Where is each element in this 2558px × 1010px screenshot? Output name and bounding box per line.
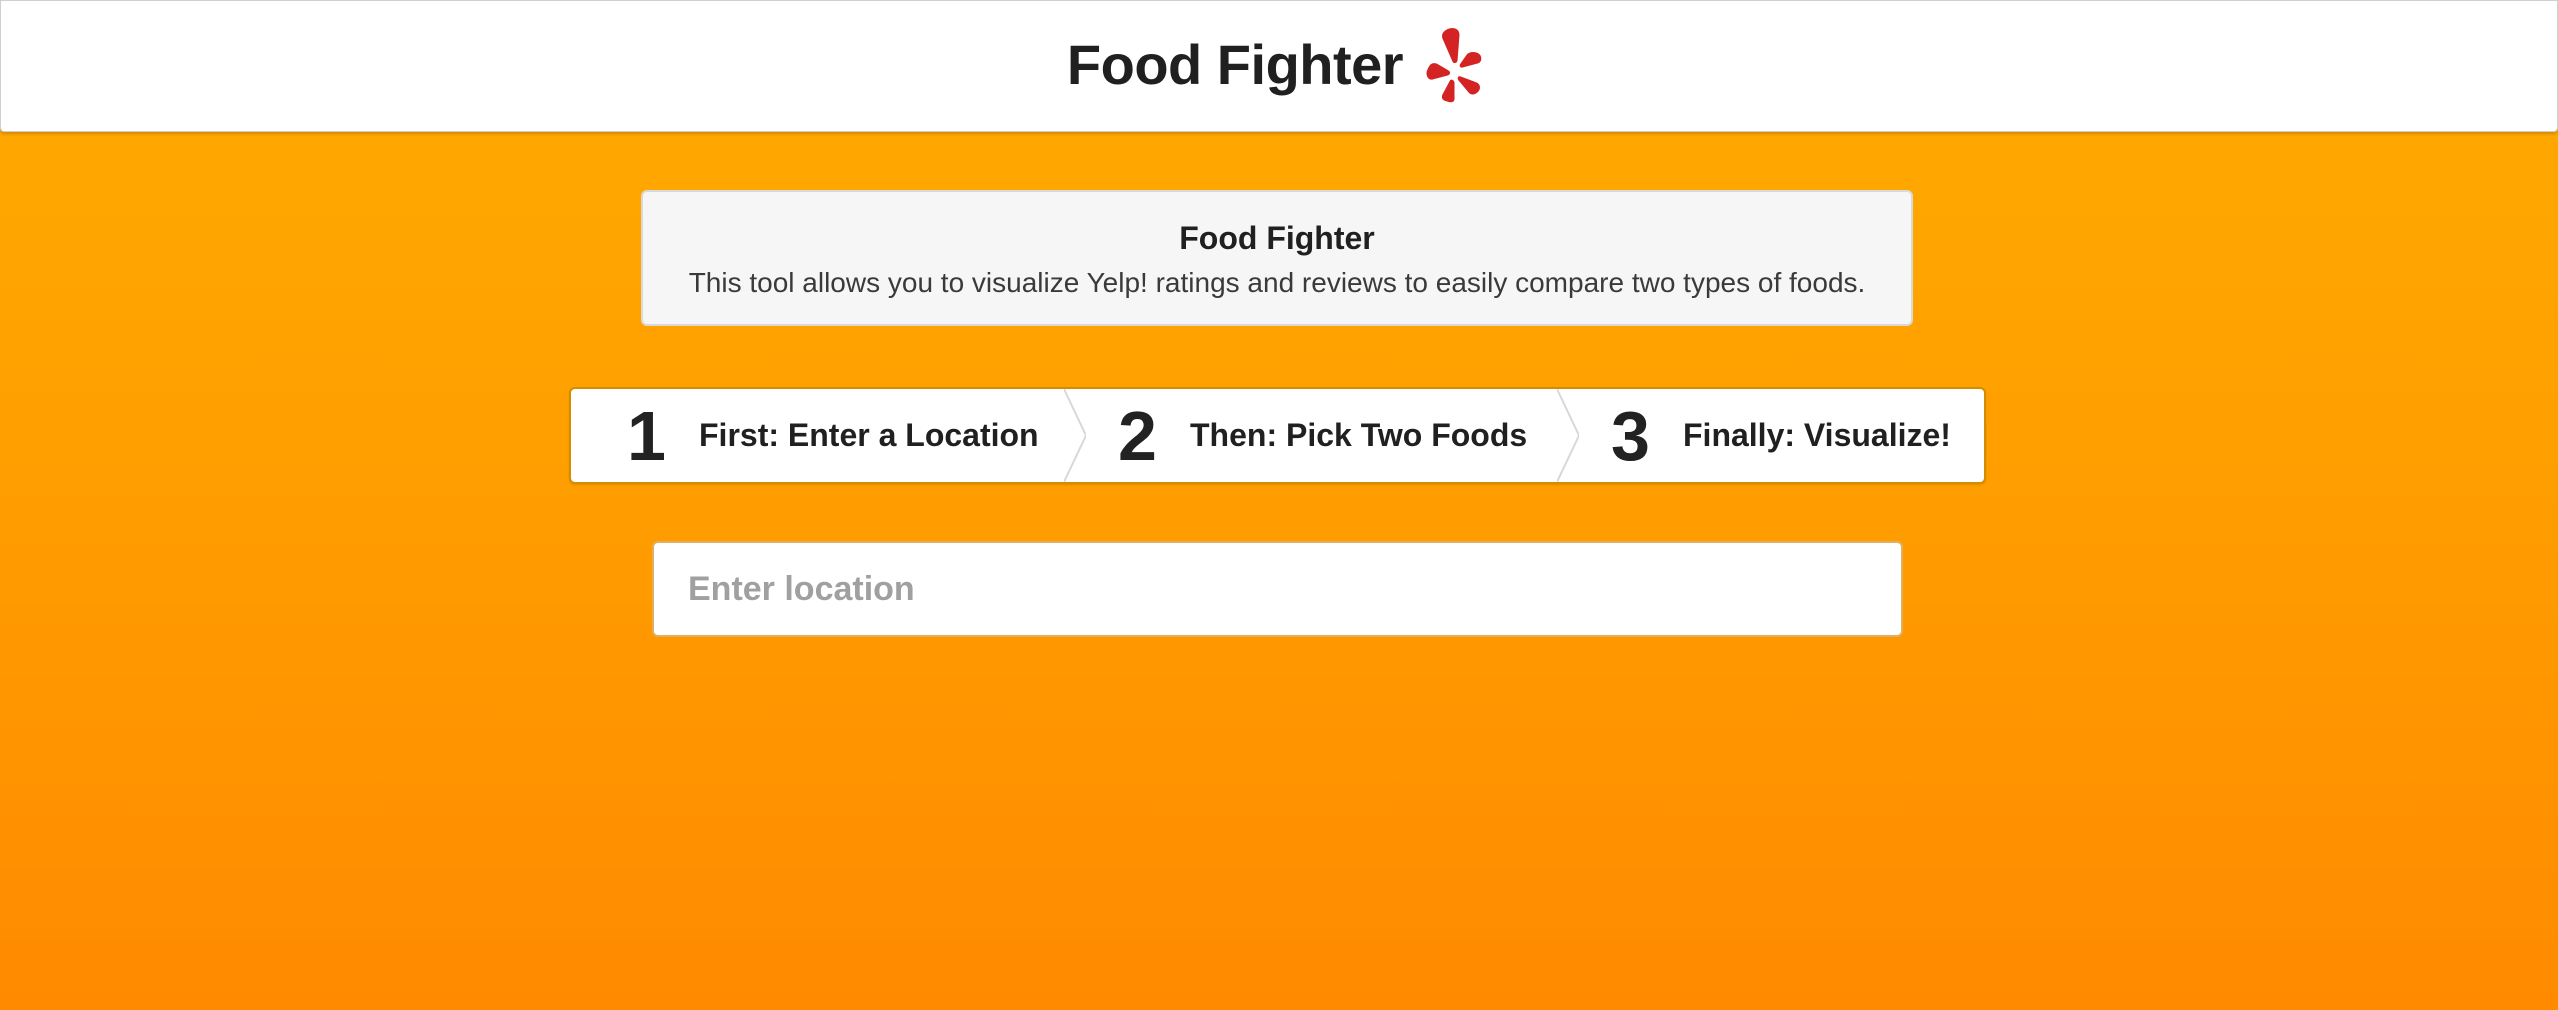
step-number: 1 — [627, 396, 666, 475]
step-pick-foods[interactable]: 2 Then: Pick Two Foods — [1064, 389, 1579, 482]
intro-title: Food Fighter — [1179, 220, 1375, 256]
brand[interactable]: Food Fighter — [1067, 23, 1491, 105]
step-visualize[interactable]: 3 Finally: Visualize! — [1557, 389, 1984, 482]
app-title: Food Fighter — [1066, 32, 1404, 96]
steps-bar: 1 First: Enter a Location 2 Then: Pick T… — [569, 387, 1986, 484]
step-label: Then: Pick Two Foods — [1190, 417, 1528, 453]
chevron-right-icon — [1064, 389, 1086, 482]
step-number: 3 — [1611, 396, 1650, 475]
step-enter-location[interactable]: 1 First: Enter a Location — [571, 389, 1086, 482]
chevron-right-icon — [1557, 389, 1579, 482]
intro-panel: Food Fighter This tool allows you to vis… — [641, 190, 1913, 326]
step-number: 2 — [1118, 396, 1157, 475]
step-label: First: Enter a Location — [699, 417, 1039, 453]
yelp-burst-icon — [1423, 25, 1485, 105]
intro-description: This tool allows you to visualize Yelp! … — [688, 267, 1866, 298]
step-label: Finally: Visualize! — [1683, 417, 1951, 453]
location-input[interactable] — [652, 541, 1903, 637]
app-header: Food Fighter — [0, 0, 2558, 132]
